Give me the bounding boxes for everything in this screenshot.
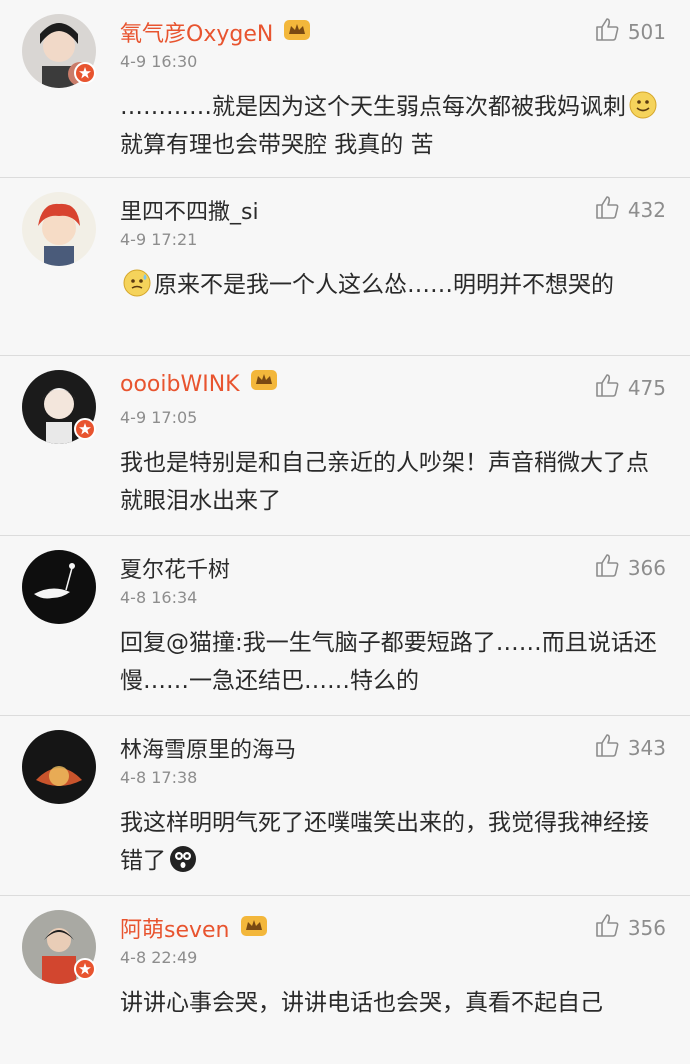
username[interactable]: 阿萌seven <box>120 912 268 944</box>
username[interactable]: 氧气彦OxygeN <box>120 16 311 48</box>
star-badge-icon <box>74 958 96 980</box>
star-badge-icon <box>74 418 96 440</box>
like-button[interactable]: 432 <box>594 194 666 225</box>
like-button[interactable]: 343 <box>594 732 666 763</box>
sweat-emoji-icon <box>123 269 151 297</box>
shocked-emoji-icon <box>169 845 197 873</box>
comment-text: 回复@猫撞:我一生气脑子都要短路了……而且说话还慢……一急还结巴……特么的 <box>120 630 657 694</box>
timestamp: 4-9 17:21 <box>120 230 198 249</box>
crown-icon <box>240 915 268 943</box>
avatar[interactable] <box>22 550 96 624</box>
thumbs-up-icon <box>594 912 620 943</box>
username[interactable]: 里四不四撒_si <box>120 194 259 226</box>
like-count: 475 <box>627 375 666 400</box>
comment-text: 原来不是我一个人这么怂……明明并不想哭的 <box>120 266 668 304</box>
like-count: 501 <box>627 19 666 44</box>
crown-icon <box>250 369 278 397</box>
comment-item: 夏尔花千树 4-8 16:34 366 回复@猫撞:我一生气脑子都要短路了……而… <box>0 536 690 716</box>
like-count: 343 <box>627 735 666 760</box>
comment-text: 我这样明明气死了还噗嗤笑出来的，我觉得我神经接错了 <box>120 810 649 874</box>
like-button[interactable]: 475 <box>594 372 666 403</box>
avatar[interactable] <box>22 192 96 266</box>
username[interactable]: 夏尔花千树 <box>120 552 230 584</box>
timestamp: 4-8 22:49 <box>120 948 198 967</box>
comment-item: 林海雪原里的海马 4-8 17:38 343 我这样明明气死了还噗嗤笑出来的，我… <box>0 716 690 896</box>
like-button[interactable]: 356 <box>594 912 666 943</box>
like-count: 356 <box>627 915 666 940</box>
comment-text: 我也是特别是和自己亲近的人吵架！声音稍微大了点就眼泪水出来了 <box>120 450 649 514</box>
comment-item: oooibWINK 4-9 17:05 475 我也是特别是和自己亲近的人吵架！… <box>0 356 690 536</box>
thumbs-up-icon <box>594 16 620 47</box>
crown-icon <box>283 19 311 47</box>
timestamp: 4-8 17:38 <box>120 768 198 787</box>
smile-emoji-icon <box>629 91 657 119</box>
thumbs-up-icon <box>594 194 620 225</box>
timestamp: 4-8 16:34 <box>120 588 198 607</box>
like-button[interactable]: 501 <box>594 16 666 47</box>
username[interactable]: 林海雪原里的海马 <box>120 732 296 764</box>
avatar[interactable] <box>22 730 96 804</box>
star-badge-icon <box>74 62 96 84</box>
comment-text: 讲讲心事会哭，讲讲电话也会哭，真看不起自己 <box>120 990 603 1016</box>
timestamp: 4-9 16:30 <box>120 52 198 71</box>
comment-item: 阿萌seven 4-8 22:49 356 讲讲心事会哭，讲讲电话也会哭，真看不… <box>0 896 690 1064</box>
username[interactable]: oooibWINK <box>120 369 278 397</box>
comment-feed: 氧气彦OxygeN 4-9 16:30 501 …………就是因为这个天生弱点每次… <box>0 0 690 1064</box>
thumbs-up-icon <box>594 372 620 403</box>
timestamp: 4-9 17:05 <box>120 408 198 427</box>
comment-item: 里四不四撒_si 4-9 17:21 432 原来不是我一个人这么怂……明明并不… <box>0 178 690 356</box>
like-button[interactable]: 366 <box>594 552 666 583</box>
comment-item: 氧气彦OxygeN 4-9 16:30 501 …………就是因为这个天生弱点每次… <box>0 0 690 178</box>
thumbs-up-icon <box>594 732 620 763</box>
thumbs-up-icon <box>594 552 620 583</box>
like-count: 432 <box>627 197 666 222</box>
comment-text: …………就是因为这个天生弱点每次都被我妈讽刺就算有理也会带哭腔 我真的 苦 <box>120 88 668 164</box>
like-count: 366 <box>627 555 666 580</box>
